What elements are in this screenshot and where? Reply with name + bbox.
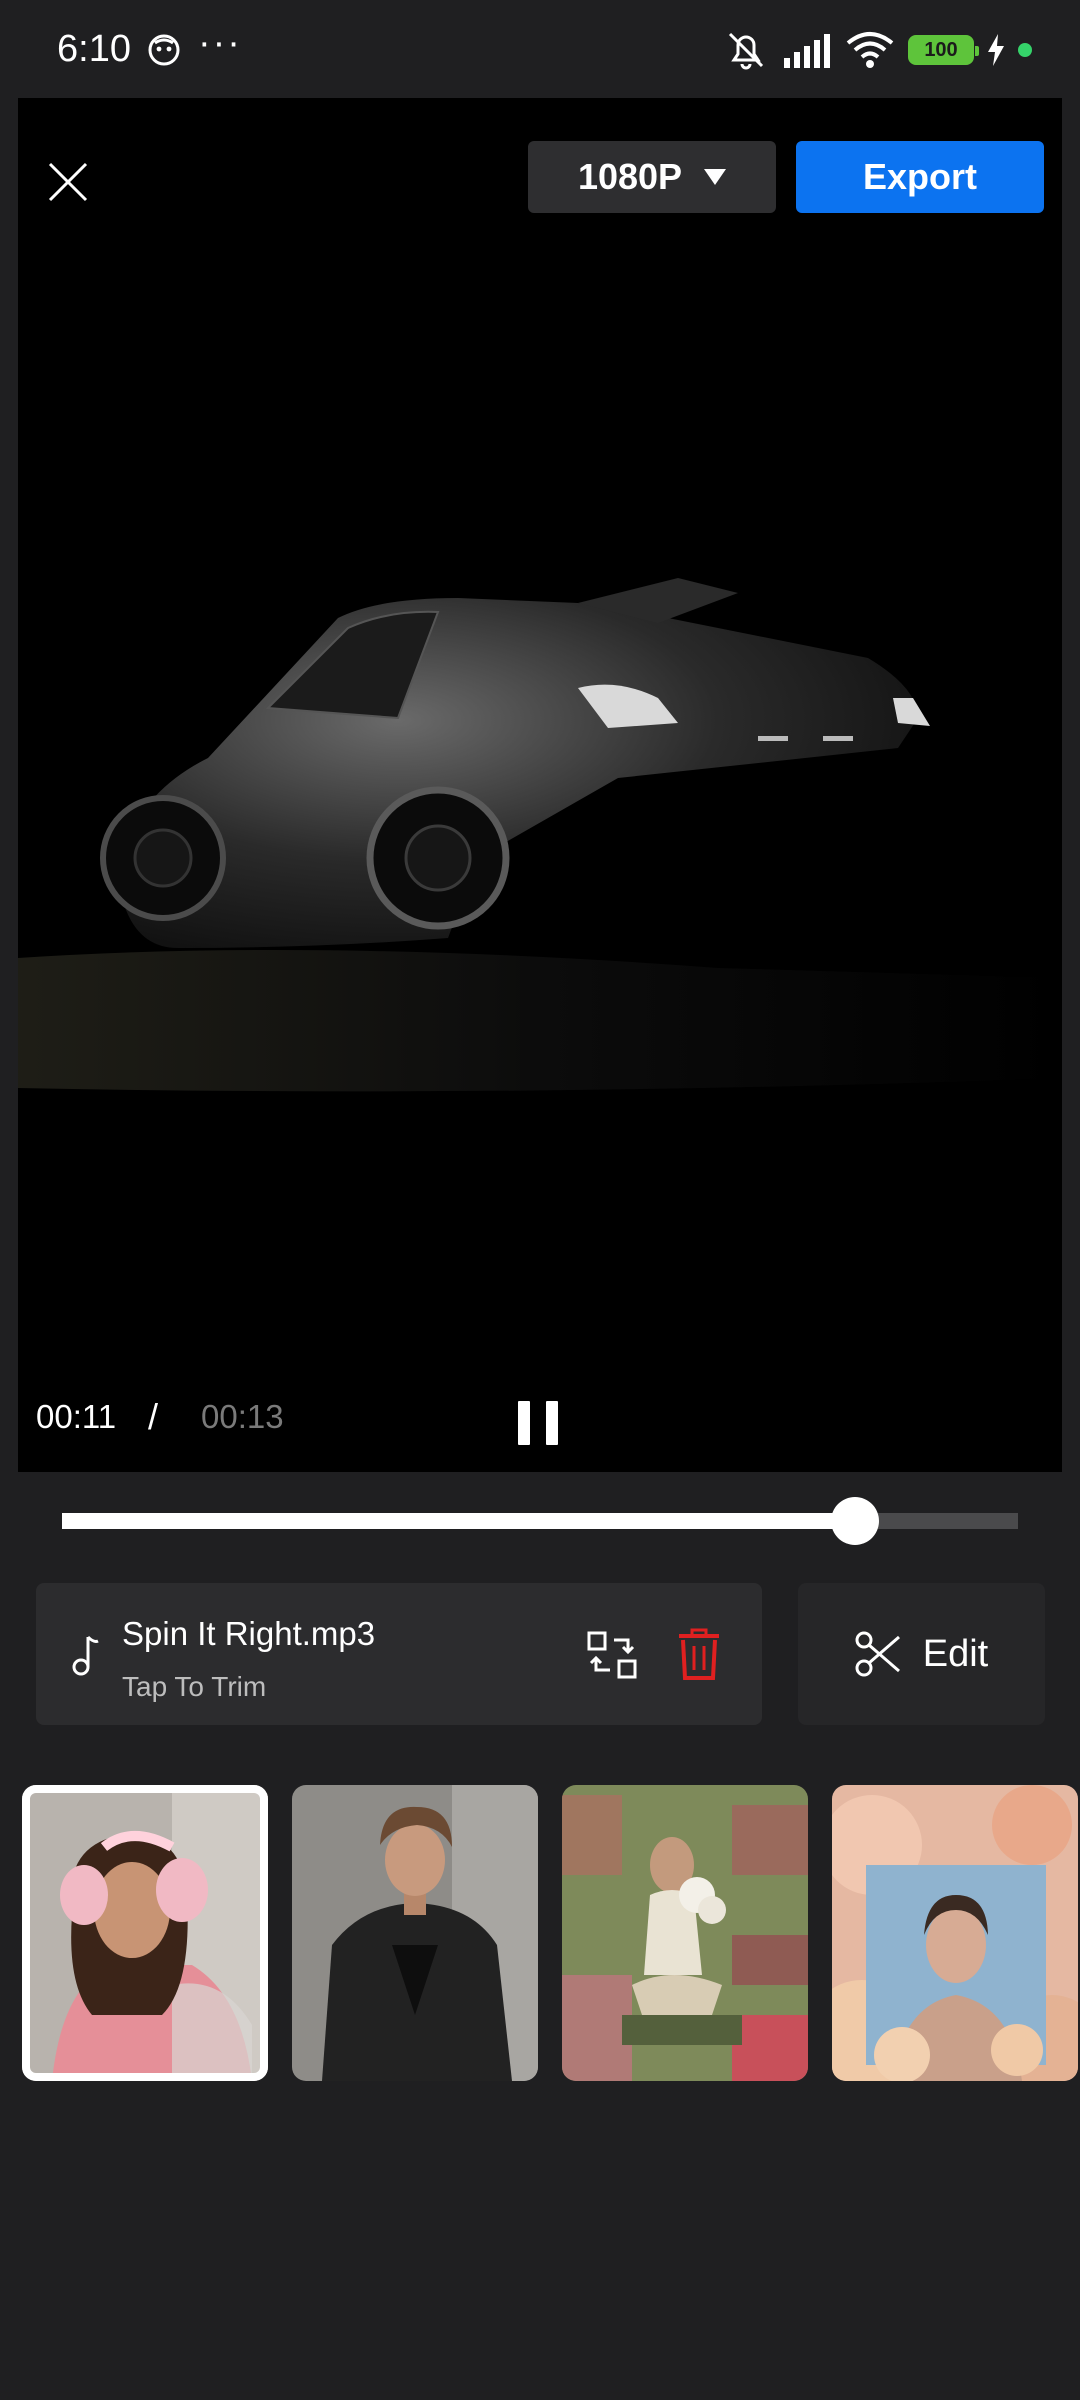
export-button[interactable]: Export: [796, 141, 1044, 213]
thumb-black-blazer[interactable]: [292, 1785, 538, 2081]
video-preview[interactable]: 1080P Export 00:11 / 00:13: [18, 98, 1062, 1472]
music-title: Spin It Right.mp3: [122, 1615, 376, 1652]
thumbnail-image: [562, 1785, 808, 2081]
preview-car-image: [18, 98, 1062, 1472]
edit-label: Edit: [922, 1632, 989, 1675]
close-icon[interactable]: [36, 150, 100, 214]
music-track-card[interactable]: Spin It Right.mp3 Tap To Trim: [36, 1583, 762, 1725]
trim-hint: Tap To Trim: [122, 1671, 267, 1702]
thumb-flowers-room[interactable]: [562, 1785, 808, 2081]
thumb-pink-hoodie[interactable]: [22, 1785, 268, 2081]
signal-icon: [784, 34, 830, 68]
scissors-icon: [855, 1631, 900, 1677]
more-notifications-icon: ···: [198, 22, 242, 64]
privacy-indicator-icon: [1018, 43, 1032, 57]
resolution-label: 1080P: [577, 156, 683, 197]
thumbnail-image: [832, 1785, 1078, 2081]
pause-icon[interactable]: [518, 1401, 558, 1445]
replace-music-icon[interactable]: [586, 1630, 638, 1680]
status-bar: 6:10 ··· 100: [0, 0, 1080, 100]
music-note-icon: [72, 1635, 99, 1676]
resolution-dropdown[interactable]: 1080P: [528, 141, 776, 213]
thumbnail-image: [292, 1785, 538, 2081]
playback-progress-bar[interactable]: [62, 1497, 1018, 1545]
progress-thumb[interactable]: [831, 1497, 880, 1545]
mute-bell-icon: [728, 32, 764, 70]
dropdown-arrow-icon: [704, 169, 727, 185]
status-icons: 100: [724, 30, 1032, 70]
charging-icon: [988, 34, 1004, 66]
edit-button[interactable]: Edit: [798, 1583, 1045, 1725]
thumb-flower-portrait[interactable]: [832, 1785, 1078, 2081]
status-time: 6:10: [57, 28, 131, 70]
wifi-icon: [846, 32, 894, 68]
total-time: 00:13: [201, 1398, 284, 1435]
progress-fill: [62, 1513, 856, 1529]
current-time: 00:11: [36, 1398, 117, 1435]
thumbnail-image: [22, 1785, 268, 2081]
app-notification-icon: [148, 34, 180, 66]
time-separator: /: [148, 1396, 159, 1437]
battery-icon: 100: [908, 35, 979, 65]
delete-music-icon[interactable]: [677, 1628, 721, 1680]
